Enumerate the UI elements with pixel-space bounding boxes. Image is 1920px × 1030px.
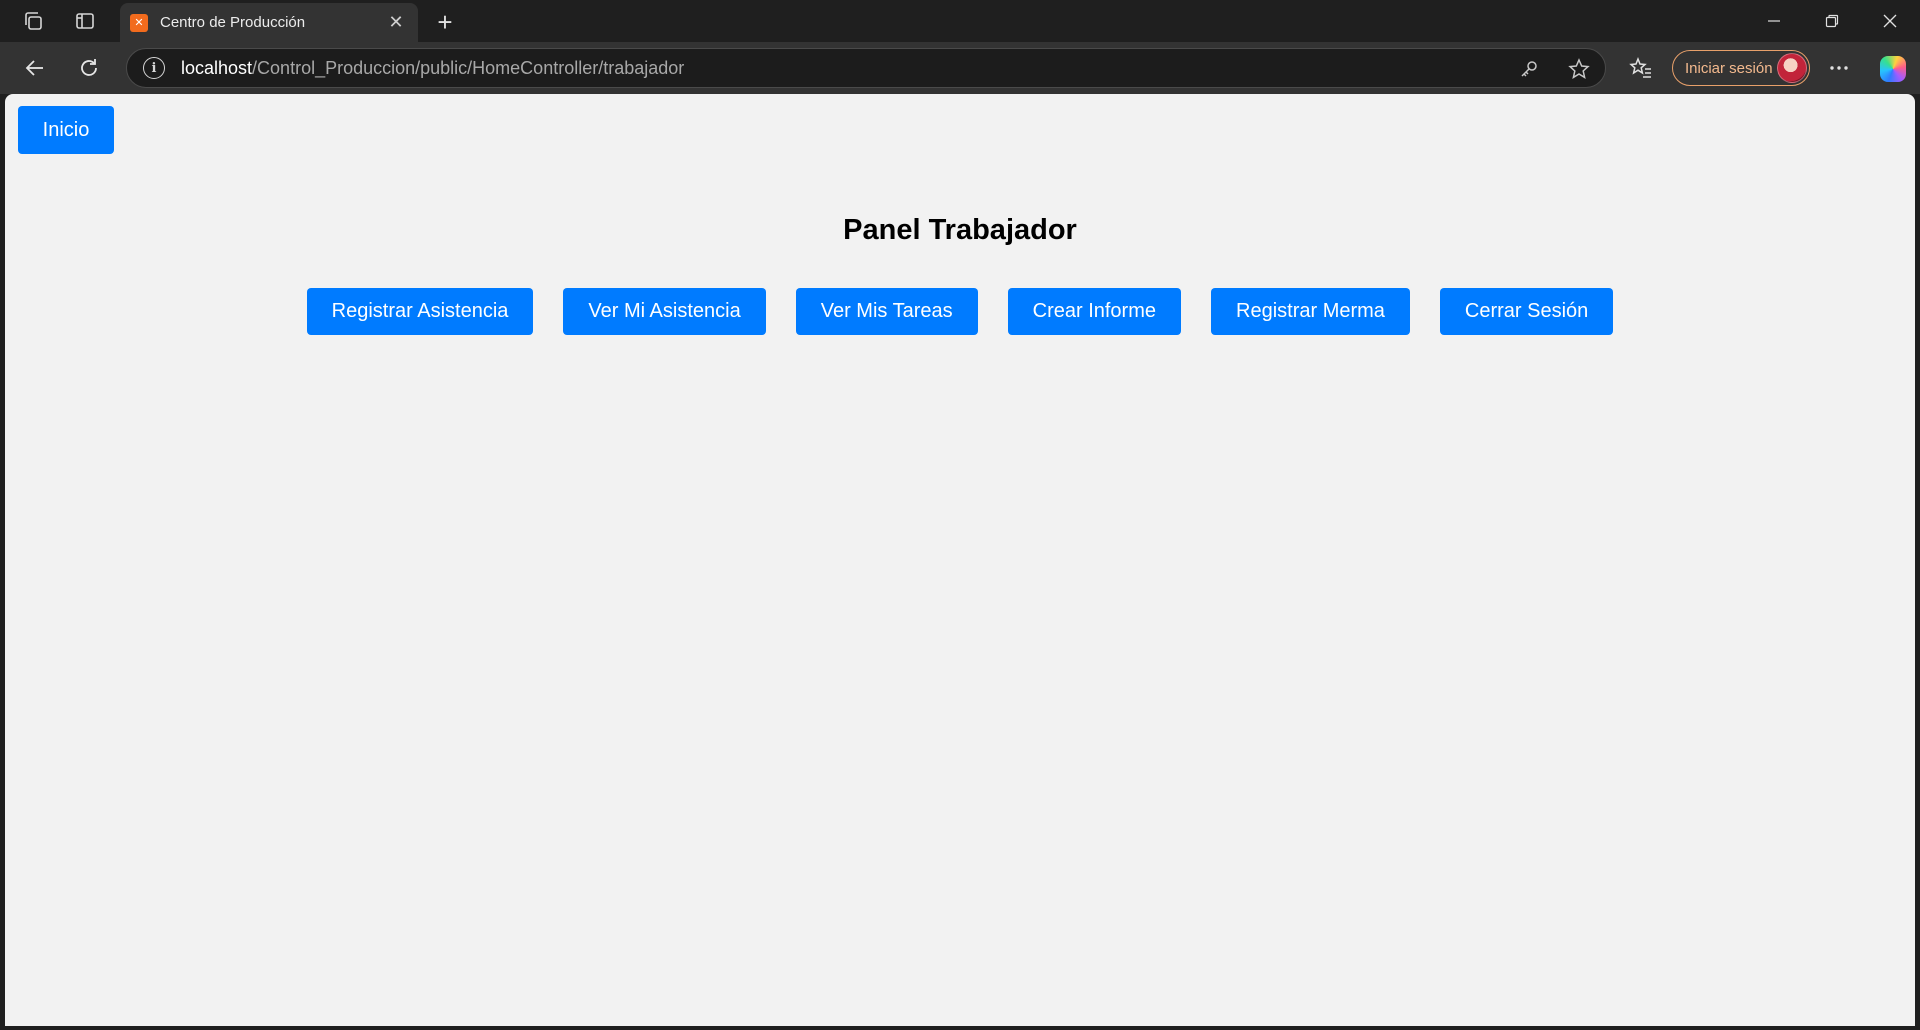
profile-avatar (1777, 53, 1807, 83)
vertical-tabs-icon[interactable] (70, 6, 100, 36)
more-options-icon[interactable] (1824, 53, 1854, 83)
favorite-star-icon[interactable] (1567, 57, 1591, 81)
tab-title: Centro de Producción (160, 14, 306, 31)
inicio-button[interactable]: Inicio (18, 106, 114, 154)
close-window-icon[interactable] (1861, 0, 1919, 42)
url-text[interactable]: localhost/Control_Produccion/public/Home… (181, 58, 684, 79)
active-tab[interactable]: ✕ Centro de Producción ✕ (120, 3, 418, 42)
minimize-icon[interactable] (1745, 0, 1803, 42)
page-viewport: Inicio Panel Trabajador Registrar Asiste… (5, 94, 1915, 1026)
xampp-favicon-icon: ✕ (130, 13, 148, 32)
page-title: Panel Trabajador (843, 214, 1077, 246)
ver-mi-asistencia-button[interactable]: Ver Mi Asistencia (563, 288, 766, 335)
url-host: localhost (181, 57, 253, 78)
new-tab-icon[interactable]: + (430, 7, 460, 37)
address-bar[interactable]: i localhost/Control_Produccion/public/Ho… (126, 48, 1606, 88)
ver-mis-tareas-button[interactable]: Ver Mis Tareas (795, 288, 978, 335)
restore-icon[interactable] (1803, 0, 1861, 42)
signin-label: Iniciar sesión (1685, 59, 1773, 77)
reload-icon[interactable] (72, 53, 106, 83)
key-icon[interactable] (1517, 57, 1541, 81)
action-buttons: Registrar Asistencia Ver Mi Asistencia V… (5, 288, 1915, 335)
copilot-icon[interactable] (1880, 56, 1906, 82)
browser-tab-bar: ✕ Centro de Producción ✕ + (0, 0, 1920, 42)
registrar-asistencia-button[interactable]: Registrar Asistencia (306, 288, 534, 335)
tab-close-icon[interactable]: ✕ (384, 12, 408, 33)
workspaces-icon[interactable] (18, 6, 48, 36)
back-arrow-icon[interactable] (18, 53, 52, 83)
url-path: /Control_Produccion/public/HomeControlle… (252, 57, 685, 78)
signin-button[interactable]: Iniciar sesión (1672, 50, 1810, 86)
crear-informe-button[interactable]: Crear Informe (1007, 288, 1181, 335)
registrar-merma-button[interactable]: Registrar Merma (1211, 288, 1410, 335)
cerrar-sesion-button[interactable]: Cerrar Sesión (1439, 288, 1614, 335)
favorites-list-icon[interactable] (1626, 53, 1656, 83)
site-info-icon[interactable]: i (143, 57, 165, 79)
browser-toolbar: i localhost/Control_Produccion/public/Ho… (0, 42, 1920, 94)
